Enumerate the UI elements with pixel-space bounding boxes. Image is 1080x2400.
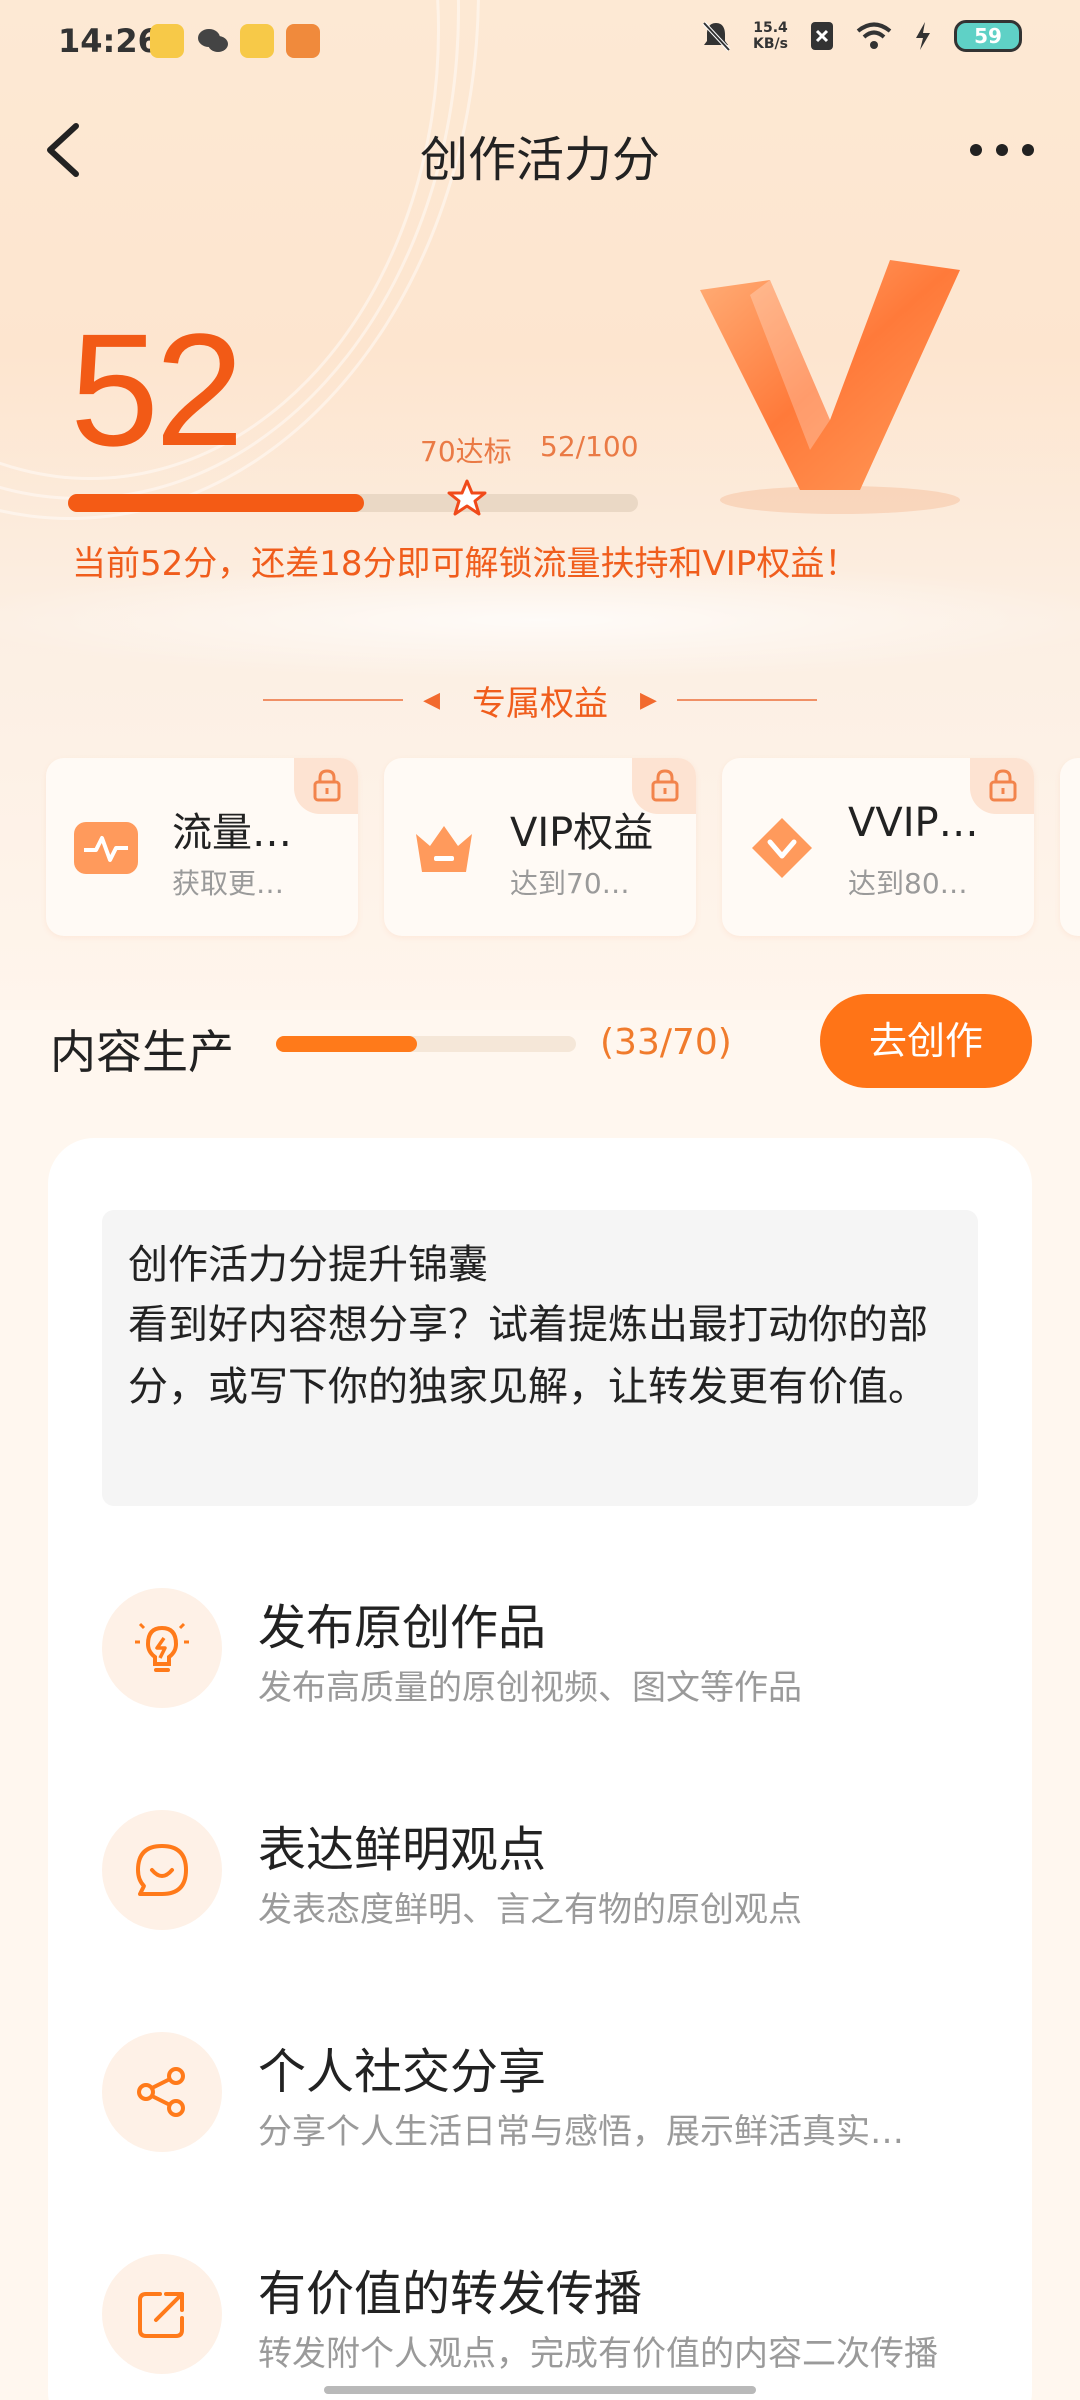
tasks-panel: 创作活力分提升锦囊 看到好内容想分享？试着提炼出最打动你的部分，或写下你的独家见… — [48, 1138, 1032, 2400]
wechat-notification-icon — [196, 24, 230, 58]
target-label: 70达标 — [420, 435, 512, 468]
task-icon-circle — [102, 2032, 222, 2152]
tip-body: 看到好内容想分享？试着提炼出最打动你的部分，或写下你的独家见解，让转发更有价值。 — [128, 1302, 928, 1410]
divider — [263, 699, 404, 701]
task-desc: 发表态度鲜明、言之有物的原创观点 — [258, 1890, 802, 1930]
smile-bubble-icon — [136, 1844, 188, 1896]
production-label: 内容生产 — [50, 1025, 234, 1079]
benefit-cards: 流量… 获取更… VIP权益 达到70… VVIP… 达到80… — [46, 758, 1080, 938]
score-hint: 当前52分，还差18分即可解锁流量扶持和VIP权益！ — [72, 544, 859, 584]
task-item[interactable]: 有价值的转发传播 转发附个人观点，完成有价值的内容二次传播 — [102, 2236, 978, 2376]
create-button[interactable]: 去创作 — [820, 994, 1032, 1088]
battery-indicator: 59 — [954, 20, 1022, 52]
task-desc: 分享个人生活日常与感悟，展示鲜活真实… — [258, 2112, 904, 2152]
task-icon-circle — [102, 1810, 222, 1930]
net-speed: 15.4 KB/s — [753, 20, 788, 52]
tip-title: 创作活力分提升锦囊 — [128, 1242, 488, 1288]
task-title: 发布原创作品 — [258, 1600, 547, 1656]
benefit-card-vvip[interactable]: VVIP… 达到80… — [722, 758, 1034, 936]
vip-v-logo-icon — [700, 260, 960, 514]
score-progress-label: 52/100 — [540, 430, 639, 463]
wifi-icon — [856, 22, 892, 49]
share-icon — [137, 2067, 185, 2117]
benefit-card-traffic[interactable]: 流量… 获取更… — [46, 758, 358, 936]
tip-box: 创作活力分提升锦囊 看到好内容想分享？试着提炼出最打动你的部分，或写下你的独家见… — [102, 1210, 978, 1506]
home-indicator[interactable] — [324, 2386, 756, 2394]
task-desc: 发布高质量的原创视频、图文等作品 — [258, 1668, 802, 1708]
arrow-right-icon: ▶ — [640, 687, 657, 713]
weibo-notification-icon — [240, 24, 274, 58]
page-title: 创作活力分 — [419, 132, 660, 188]
status-bar: 14:26 15.4 KB/s 59 — [0, 0, 1080, 84]
production-count: (33/70) — [600, 1022, 732, 1063]
production-progress-bar — [276, 1036, 576, 1052]
task-item[interactable]: 个人社交分享 分享个人生活日常与感悟，展示鲜活真实… — [102, 2014, 978, 2154]
lock-badge — [632, 758, 696, 814]
benefits-title: 专属权益 — [472, 683, 608, 724]
benefit-card-vip[interactable]: VIP权益 达到70… — [384, 758, 696, 936]
video-app-notification-icon — [286, 24, 320, 58]
benefit-sub: 达到70… — [510, 867, 630, 900]
pulse-icon — [74, 822, 138, 874]
score-progress-bar — [68, 479, 638, 516]
lock-icon — [989, 769, 1017, 802]
lock-icon — [651, 769, 679, 802]
task-icon-circle — [102, 1588, 222, 1708]
forward-icon — [138, 2292, 184, 2338]
nav-bar: 创作活力分 — [0, 100, 1080, 200]
weibo-notification-icon — [150, 24, 184, 58]
mute-bell-icon — [702, 21, 731, 52]
lock-badge — [970, 758, 1034, 814]
crown-icon — [416, 826, 472, 872]
lightbulb-icon — [135, 1622, 189, 1672]
net-speed-value: 15.4 — [753, 20, 788, 36]
score-value: 52 — [70, 300, 244, 479]
benefit-card-partial[interactable] — [1060, 758, 1080, 936]
divider — [676, 699, 817, 701]
task-title: 个人社交分享 — [258, 2044, 547, 2100]
arrow-left-icon: ◀ — [423, 687, 440, 713]
status-right: 15.4 KB/s 59 — [701, 20, 1022, 52]
task-title: 表达鲜明观点 — [258, 1822, 547, 1878]
charging-icon — [916, 22, 930, 50]
content-production-row: 内容生产 (33/70) 去创作 — [0, 994, 1080, 1094]
more-button[interactable] — [962, 126, 1042, 174]
benefits-header: ◀ 专属权益 ▶ — [0, 670, 1080, 730]
task-desc: 转发附个人观点，完成有价值的内容二次传播 — [258, 2334, 938, 2374]
diamond-icon — [752, 818, 812, 878]
production-progress-fill — [276, 1036, 418, 1052]
target-star-icon — [447, 478, 487, 518]
close-box-icon — [811, 22, 833, 50]
lock-icon — [313, 769, 341, 802]
more-dots-icon — [970, 144, 1034, 156]
status-time: 14:26 — [58, 22, 160, 60]
benefit-sub: 达到80… — [848, 867, 968, 900]
task-item[interactable]: 发布原创作品 发布高质量的原创视频、图文等作品 — [102, 1570, 978, 1710]
task-icon-circle — [102, 2254, 222, 2374]
lock-badge — [294, 758, 358, 814]
task-title: 有价值的转发传播 — [258, 2266, 643, 2322]
task-item[interactable]: 表达鲜明观点 发表态度鲜明、言之有物的原创观点 — [102, 1792, 978, 1932]
benefit-sub: 获取更… — [172, 867, 285, 900]
net-speed-unit: KB/s — [753, 36, 788, 52]
score-progress-fill — [68, 494, 365, 512]
